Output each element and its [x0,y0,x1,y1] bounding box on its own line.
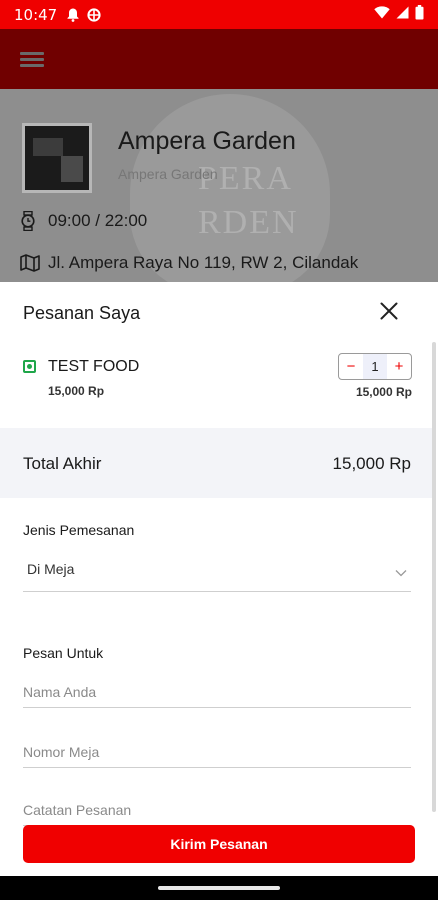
cellular-signal-icon [396,6,409,24]
notification-bell-icon [67,8,79,22]
watch-icon [20,211,40,231]
table-number-input[interactable] [23,736,411,768]
status-time: 10:47 [14,5,58,24]
wifi-icon [374,5,390,24]
restaurant-name: Ampera Garden [118,127,296,155]
sheet-title: Pesanan Saya [23,303,141,323]
close-icon [380,302,398,320]
map-icon [20,254,40,272]
order-item: TEST FOOD 15,000 Rp − 1 + 15,000 Rp [23,353,413,408]
chevron-down-icon [395,564,407,582]
quantity-value: 1 [363,354,387,379]
order-type-select[interactable]: Di Meja [23,550,411,592]
order-type-value: Di Meja [27,561,75,577]
total-value: 15,000 Rp [332,454,411,473]
restaurant-subtitle: Ampera Garden [118,166,218,182]
veg-indicator-icon [23,360,36,373]
battery-icon [415,4,424,25]
my-order-sheet: Pesanan Saya TEST FOOD 15,000 Rp − 1 + 1… [0,282,438,876]
order-for-label: Pesan Untuk [23,645,104,661]
address-row: Jl. Ampera Raya No 119, RW 2, Cilandak [20,253,358,273]
total-label: Total Akhir [23,454,102,473]
submit-order-button[interactable]: Kirim Pesanan [23,825,415,863]
close-button[interactable] [374,296,404,326]
sheet-scrollbar[interactable] [432,342,436,812]
item-name: TEST FOOD [48,358,140,375]
status-bar: 10:47 [0,0,438,29]
home-gesture-handle[interactable] [158,886,280,890]
item-price: 15,000 Rp [48,384,105,398]
system-navigation-bar [0,876,438,900]
quantity-stepper: − 1 + [338,353,412,380]
opening-hours-row: 09:00 / 22:00 [20,211,147,231]
order-type-label: Jenis Pemesanan [23,522,135,538]
decrease-quantity-button[interactable]: − [339,358,363,375]
item-line-total: 15,000 Rp [355,385,412,399]
name-input[interactable] [23,676,411,708]
total-summary: Total Akhir 15,000 Rp [0,428,432,498]
app-bar [0,29,438,89]
vpn-globe-icon [87,7,101,22]
increase-quantity-button[interactable]: + [387,358,411,375]
restaurant-thumbnail [22,123,92,193]
order-note-input[interactable] [23,794,411,826]
opening-hours: 09:00 / 22:00 [48,211,148,230]
menu-icon[interactable] [20,49,44,70]
restaurant-header-dimmed: PERA RDEN Ampera Garden Ampera Garden 09:… [0,89,438,282]
restaurant-address: Jl. Ampera Raya No 119, RW 2, Cilandak [48,253,359,272]
